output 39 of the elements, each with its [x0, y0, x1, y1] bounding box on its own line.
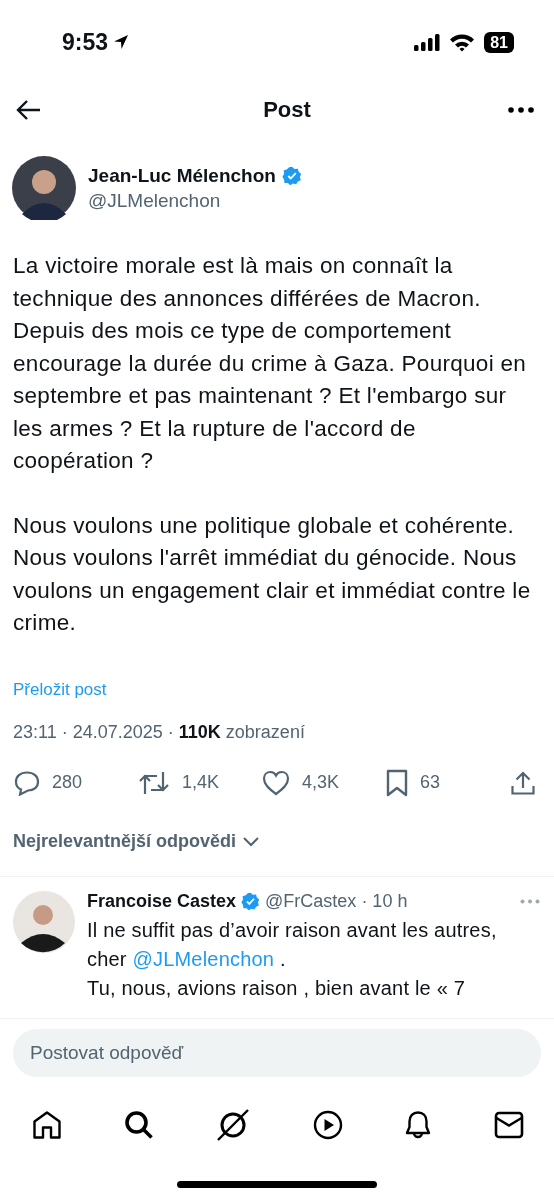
location-icon: [112, 33, 131, 51]
repost-icon[interactable]: [138, 769, 170, 796]
messages-icon[interactable]: [493, 1111, 524, 1139]
post-paragraph: Nous voulons une politique globale et cohérente. Nous voulons l'arrêt immédiat du génocide. Nous voulons un engagement clair et immédiat contre le crime.: [13, 511, 532, 637]
signal-icon: [414, 33, 441, 51]
author-handle[interactable]: @JLMelenchon: [88, 189, 302, 212]
author-name[interactable]: Jean-Luc Mélenchon: [88, 164, 276, 187]
bookmark-icon[interactable]: [386, 768, 408, 797]
search-icon[interactable]: [123, 1110, 154, 1140]
sort-dropdown[interactable]: Nejrelevantnější odpovědi: [13, 830, 261, 852]
reply-author-handle[interactable]: @FrCastex: [265, 890, 357, 912]
reply-icon[interactable]: [14, 769, 40, 796]
status-time: 9:53: [62, 28, 109, 56]
chevron-down-icon: [242, 835, 261, 847]
play-icon[interactable]: [312, 1110, 343, 1140]
reply-input[interactable]: Postovat odpověď: [13, 1029, 541, 1077]
more-options-icon[interactable]: [508, 107, 534, 113]
reply-author-name[interactable]: Francoise Castex: [87, 890, 237, 912]
action-count: 4,3K: [302, 772, 340, 793]
avatar[interactable]: [13, 890, 75, 953]
slashed-circle-icon[interactable]: [215, 1107, 252, 1143]
action-count: 1,4K: [182, 772, 220, 793]
post-paragraph: La victoire morale est là mais on connaît la technique des annonces différées de Macron. Depuis des mois ce type de comportement encourage la durée du crime à Gaza. Pourquoi en septembre et pas maintenant ? Et l'embargo sur les armes ? Et la rupture de l'accord de coopération ?: [13, 252, 528, 475]
back-arrow-icon[interactable]: [16, 99, 42, 121]
page-title: Post: [263, 97, 311, 123]
views-label: zobrazení: [225, 721, 305, 743]
share-icon[interactable]: [510, 769, 536, 796]
action-count: 280: [52, 772, 83, 793]
action-count: 63: [420, 772, 441, 793]
home-icon[interactable]: [32, 1110, 62, 1140]
heart-icon[interactable]: [262, 769, 290, 796]
notifications-icon[interactable]: [404, 1110, 433, 1140]
reply-text: Il ne suffit pas d’avoir raison avant les autres, cher @JLMelenchon . Tu, nous, avions raison , bien avant le « 7: [87, 917, 498, 1001]
post-timestamp: 23:11 · 24.07.2025 ·: [13, 721, 174, 743]
battery-indicator: 81: [484, 31, 514, 53]
reply-time: · 10 h: [361, 890, 408, 912]
avatar[interactable]: [12, 156, 76, 220]
wifi-icon: [449, 32, 476, 52]
view-count: 110K: [178, 721, 221, 743]
